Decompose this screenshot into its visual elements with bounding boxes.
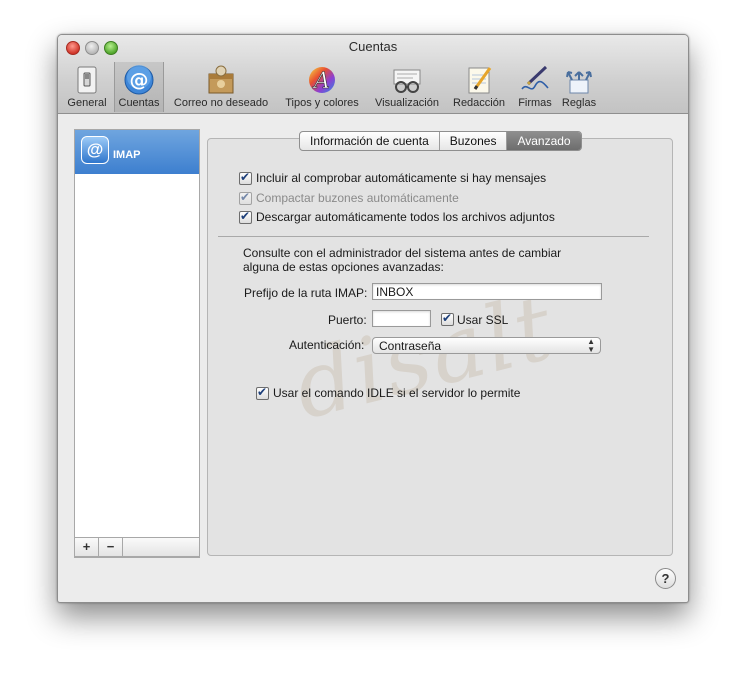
light-switch-icon: [71, 64, 103, 96]
at-sign-icon: @: [81, 136, 109, 164]
toolbar-correo-no-deseado[interactable]: Correo no deseado: [168, 62, 274, 112]
authentication-popup[interactable]: Contraseña ▲ ▼: [372, 337, 601, 354]
imap-prefix-label: Prefijo de la ruta IMAP:: [244, 286, 368, 300]
use-idle-checkbox[interactable]: [256, 385, 269, 400]
toolbar-reglas[interactable]: Reglas: [558, 62, 600, 112]
tab-bar: Información de cuenta Buzones Avanzado: [299, 131, 582, 151]
toolbar-visualizacion[interactable]: Visualización: [370, 62, 444, 112]
toolbar-cuentas[interactable]: @ Cuentas: [114, 62, 164, 112]
toolbar-general-label: General: [67, 97, 107, 109]
advanced-note-line1: Consulte con el administrador del sistem…: [243, 246, 562, 260]
pencil-pad-icon: [463, 64, 495, 96]
toolbar-general[interactable]: General: [64, 62, 110, 112]
toolbar-visualizacion-label: Visualización: [374, 97, 439, 109]
toolbar-firmas[interactable]: Firmas: [514, 62, 556, 112]
port-field[interactable]: [372, 310, 431, 327]
authentication-label: Autenticación:: [289, 338, 365, 352]
window-title: Cuentas: [348, 39, 398, 54]
junk-mail-box-icon: [205, 64, 237, 96]
advanced-note-line2: alguna de estas opciones avanzadas:: [243, 260, 444, 274]
at-sign-icon: @: [123, 64, 155, 96]
add-account-button[interactable]: +: [75, 538, 99, 556]
titlebar: Cuentas General @ Cuentas Correo no dese…: [58, 35, 688, 114]
use-ssl-label: Usar SSL: [457, 313, 509, 327]
account-label: IMAP: [113, 149, 141, 161]
rules-arrows-icon: [563, 64, 595, 96]
toolbar-cuentas-label: Cuentas: [118, 97, 160, 109]
toolbar-correo-label: Correo no deseado: [173, 97, 269, 109]
include-check-checkbox[interactable]: [239, 170, 252, 185]
authentication-value: Contraseña: [379, 339, 442, 353]
preferences-window: Cuentas General @ Cuentas Correo no dese…: [57, 34, 689, 603]
toolbar-firmas-label: Firmas: [518, 97, 552, 109]
include-check-label: Incluir al comprobar automáticamente si …: [256, 171, 547, 185]
help-button[interactable]: ?: [655, 568, 676, 589]
use-ssl-checkbox[interactable]: [441, 311, 454, 326]
font-colors-icon: A: [306, 64, 338, 96]
tab-avanzado[interactable]: Avanzado: [507, 132, 581, 150]
toolbar-reglas-label: Reglas: [561, 97, 597, 109]
toolbar-tipos-label: Tipos y colores: [285, 97, 359, 109]
account-row-imap[interactable]: @ IMAP: [75, 130, 199, 174]
use-idle-label: Usar el comando IDLE si el servidor lo p…: [273, 386, 521, 400]
toolbar-tipos-y-colores[interactable]: A Tipos y colores: [278, 62, 366, 112]
imap-prefix-field[interactable]: INBOX: [372, 283, 602, 300]
sidebar-footer: + −: [74, 537, 200, 557]
toolbar-redaccion[interactable]: Redacción: [448, 62, 510, 112]
accounts-sidebar: @ IMAP: [74, 129, 200, 558]
svg-text:A: A: [312, 69, 330, 94]
compact-mailboxes-checkbox[interactable]: [239, 190, 252, 205]
toolbar-redaccion-label: Redacción: [453, 97, 505, 109]
download-attachments-label: Descargar automáticamente todos los arch…: [256, 210, 555, 224]
signature-pen-icon: [519, 64, 551, 96]
svg-text:@: @: [130, 69, 149, 91]
section-divider: [218, 236, 649, 237]
tab-informacion-de-cuenta[interactable]: Información de cuenta: [300, 132, 440, 150]
compact-mailboxes-label: Compactar buzones automáticamente: [256, 191, 459, 205]
port-label: Puerto:: [328, 313, 367, 327]
popup-arrows-icon: ▲ ▼: [587, 337, 595, 354]
glasses-icon: [391, 64, 423, 96]
tab-buzones[interactable]: Buzones: [440, 132, 508, 150]
remove-account-button[interactable]: −: [99, 538, 123, 556]
download-attachments-checkbox[interactable]: [239, 209, 252, 224]
